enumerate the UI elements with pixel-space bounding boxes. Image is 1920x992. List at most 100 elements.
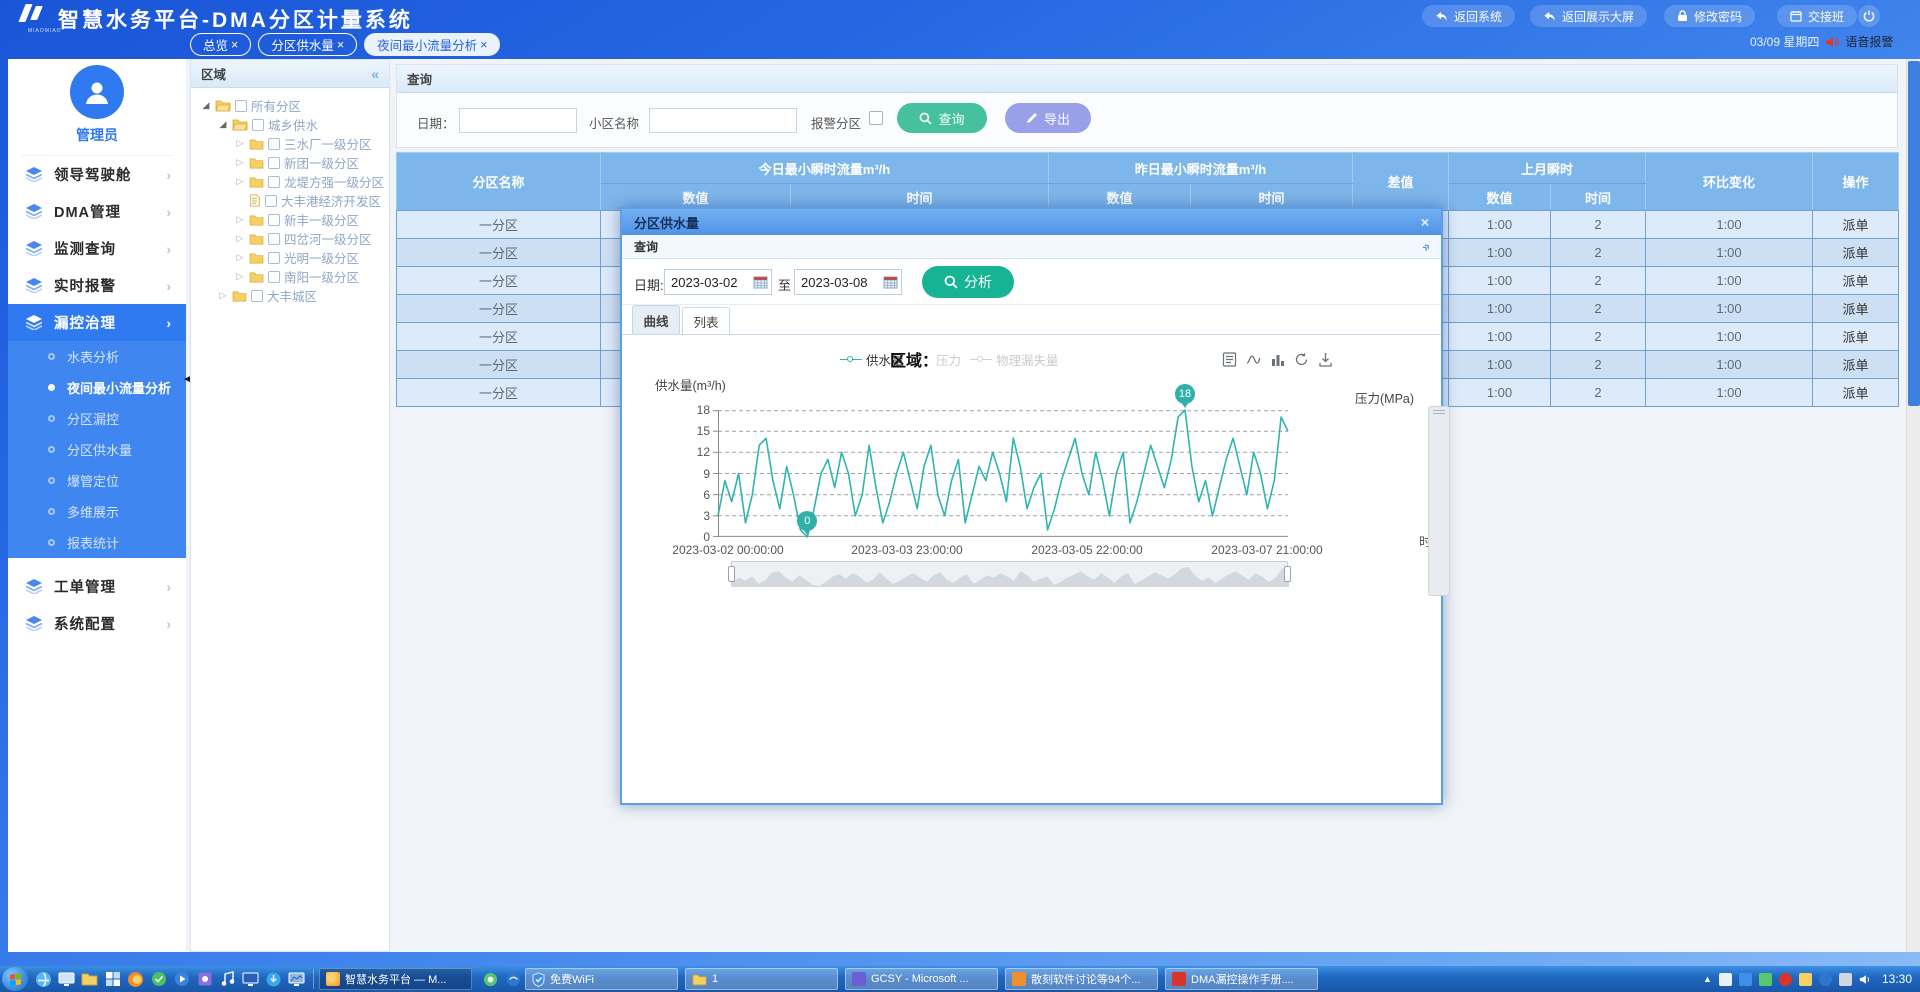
tree-checkbox[interactable] xyxy=(268,271,280,283)
expand-arrow-icon[interactable]: ▷ xyxy=(235,214,245,225)
tray-expand-icon[interactable]: ▲ xyxy=(1703,974,1712,984)
expand-arrow-icon[interactable]: ▷ xyxy=(235,233,245,244)
collapse-panel-icon[interactable]: « xyxy=(371,66,379,82)
tree-checkbox[interactable] xyxy=(268,138,280,150)
collapse-section-icon[interactable]: » xyxy=(1418,239,1434,255)
tree-node[interactable]: ▷光明一级分区 xyxy=(195,248,385,267)
taskbar-window-free-wifi[interactable]: 免费WiFi xyxy=(525,968,678,990)
col-time[interactable]: 时间 xyxy=(1551,184,1646,211)
expand-arrow-icon[interactable]: ▷ xyxy=(235,138,245,149)
tray-icon-7[interactable] xyxy=(1839,973,1852,986)
submenu-water-meter-analysis[interactable]: 水表分析 xyxy=(8,341,186,372)
x-axis-zoom-slider[interactable] xyxy=(731,561,1288,587)
tree-checkbox[interactable] xyxy=(268,157,280,169)
page-scrollbar[interactable] xyxy=(1906,59,1920,952)
y-axis-zoom-slider[interactable] xyxy=(1428,406,1450,596)
zoom-handle-right[interactable] xyxy=(1284,566,1291,582)
tree-node[interactable]: ▷新团一级分区 xyxy=(195,153,385,172)
tray-icon-1[interactable] xyxy=(1719,973,1732,986)
tray-icon-5[interactable] xyxy=(1799,973,1812,986)
tree-checkbox[interactable] xyxy=(252,119,264,131)
expand-arrow-icon[interactable]: ▷ xyxy=(218,290,228,301)
search-button[interactable]: 查询 xyxy=(897,103,987,133)
calendar-icon[interactable] xyxy=(753,275,768,289)
submenu-partition-supply[interactable]: 分区供水量 xyxy=(8,434,186,465)
scrollbar-thumb[interactable] xyxy=(1908,61,1920,406)
taskbar-window-gcsy[interactable]: GCSY - Microsoft ... xyxy=(845,968,998,990)
col-action[interactable]: 操作 xyxy=(1813,153,1899,211)
sidebar-item-monitor-query[interactable]: 监测查询› xyxy=(8,230,186,267)
legend-pressure[interactable]: 压力 xyxy=(936,350,961,369)
download-tool-icon[interactable] xyxy=(262,968,285,990)
tree-node[interactable]: ◢城乡供水 xyxy=(195,115,385,134)
change-password-button[interactable]: 修改密码 xyxy=(1664,5,1755,27)
green-tray-app-icon[interactable] xyxy=(479,968,502,990)
download-icon[interactable] xyxy=(1318,352,1333,367)
line-chart-icon[interactable] xyxy=(1246,352,1261,367)
col-difference[interactable]: 差值 xyxy=(1353,153,1449,211)
tab-close-icon[interactable]: × xyxy=(480,38,487,52)
community-name-input[interactable] xyxy=(649,108,797,133)
dispatch-link[interactable]: 派单 xyxy=(1813,239,1899,267)
col-yesterday-min-flow[interactable]: 昨日最小瞬时流量m³/h xyxy=(1049,153,1353,184)
submenu-partition-leak[interactable]: 分区漏控 xyxy=(8,403,186,434)
taskbar-window-dma-manual[interactable]: DMA漏控操作手册.... xyxy=(1165,968,1318,990)
green-app-icon[interactable] xyxy=(147,968,170,990)
data-view-icon[interactable] xyxy=(1222,352,1237,367)
firefox-icon[interactable] xyxy=(124,968,147,990)
submenu-burst-locating[interactable]: 爆管定位 xyxy=(8,465,186,496)
sidebar-item-system-config[interactable]: 系统配置› xyxy=(8,605,186,642)
tree-node[interactable]: ▷三水厂一级分区 xyxy=(195,134,385,153)
tab-curve[interactable]: 曲线 xyxy=(632,305,680,334)
dispatch-link[interactable]: 派单 xyxy=(1813,351,1899,379)
sidebar-item-leak-control[interactable]: 漏控治理› xyxy=(8,304,186,341)
export-button[interactable]: 导出 xyxy=(1005,103,1091,133)
tree-node[interactable]: ▷大丰城区 xyxy=(195,286,385,305)
expand-arrow-icon[interactable]: ▷ xyxy=(235,271,245,282)
tree-node[interactable]: 大丰港经济开发区 xyxy=(195,191,385,210)
tab-list[interactable]: 列表 xyxy=(682,307,730,334)
tray-speaker-icon[interactable] xyxy=(1859,974,1871,985)
slider-handle[interactable] xyxy=(1433,410,1445,414)
tab-partition-supply[interactable]: 分区供水量× xyxy=(258,33,357,56)
col-chain-change[interactable]: 环比变化 xyxy=(1646,153,1813,211)
refresh-icon[interactable] xyxy=(1294,352,1309,367)
voice-alarm-label[interactable]: 语音报警 xyxy=(1845,33,1893,50)
bar-chart-icon[interactable] xyxy=(1270,352,1285,367)
sidebar-item-work-order[interactable]: 工单管理› xyxy=(8,568,186,605)
tab-close-icon[interactable]: × xyxy=(337,38,344,52)
tree-checkbox[interactable] xyxy=(268,233,280,245)
submenu-report-statistics[interactable]: 报表统计 xyxy=(8,527,186,558)
speaker-icon[interactable] xyxy=(1825,36,1839,48)
col-partition-name[interactable]: 分区名称 xyxy=(397,153,601,211)
power-button[interactable] xyxy=(1858,5,1880,27)
tree-node[interactable]: ▷龙堤方强一级分区 xyxy=(195,172,385,191)
window-app-icon[interactable] xyxy=(101,968,124,990)
tray-icon-3[interactable] xyxy=(1759,973,1772,986)
show-desktop-icon[interactable] xyxy=(55,968,78,990)
col-last-month[interactable]: 上月瞬时 xyxy=(1449,153,1646,184)
taskbar-window-folder-1[interactable]: 1 xyxy=(685,968,838,990)
tree-checkbox[interactable] xyxy=(251,290,263,302)
expand-arrow-icon[interactable]: ▷ xyxy=(235,176,245,187)
blue-tray-app-icon[interactable] xyxy=(502,968,525,990)
sidebar-item-dma-management[interactable]: DMA管理› xyxy=(8,193,186,230)
alarm-partition-checkbox[interactable] xyxy=(869,111,883,125)
sidebar-item-realtime-alarm[interactable]: 实时报警› xyxy=(8,267,186,304)
tray-icon-4[interactable] xyxy=(1779,973,1792,986)
tab-night-min-flow[interactable]: 夜间最小流量分析× xyxy=(364,33,500,56)
tree-node[interactable]: ▷新丰一级分区 xyxy=(195,210,385,229)
dispatch-link[interactable]: 派单 xyxy=(1813,211,1899,239)
col-today-min-flow[interactable]: 今日最小瞬时流量m³/h xyxy=(601,153,1049,184)
zoom-handle-left[interactable] xyxy=(728,566,735,582)
monitor-icon[interactable] xyxy=(285,968,308,990)
analyze-button[interactable]: 分析 xyxy=(922,266,1014,298)
tree-checkbox[interactable] xyxy=(265,195,277,207)
close-icon[interactable]: × xyxy=(1421,214,1429,230)
tree-node[interactable]: ▷四岔河一级分区 xyxy=(195,229,385,248)
purple-app-icon[interactable] xyxy=(193,968,216,990)
dispatch-link[interactable]: 派单 xyxy=(1813,379,1899,407)
taskbar-window-forum[interactable]: 散刻软件讨论等94个... xyxy=(1005,968,1158,990)
submenu-night-min-flow[interactable]: 夜间最小流量分析 xyxy=(8,372,186,403)
dispatch-link[interactable]: 派单 xyxy=(1813,323,1899,351)
